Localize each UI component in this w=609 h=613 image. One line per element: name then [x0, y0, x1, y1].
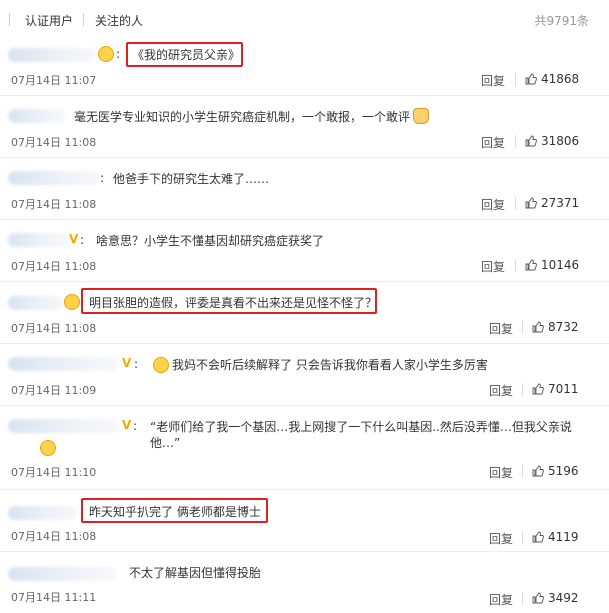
- like-icon[interactable]: [525, 135, 537, 147]
- list-item: 不太了解基因但懂得投胎 07月14日 11:11 回复 3492: [0, 552, 609, 613]
- filter-tabs: 认证用户 关注的人 共9791条: [0, 0, 609, 34]
- emoji-icon: [64, 294, 80, 310]
- comment-total-count: 共9791条: [534, 14, 589, 28]
- like-icon[interactable]: [525, 73, 537, 85]
- comment-text: 毫无医学专业知识的小学生研究癌症机制，一个敢报，一个敢评: [74, 110, 411, 124]
- comment-text: “老师们给了我一个基因…我上网搜了一下什么叫基因..然后没弄懂…但我父亲说他…”: [150, 420, 572, 450]
- like-icon[interactable]: [525, 259, 537, 271]
- comment-time: 07月14日 11:08: [11, 136, 97, 149]
- verified-badge-icon: V: [122, 356, 132, 370]
- like-count: 27371: [541, 196, 580, 210]
- list-item: V : “老师们给了我一个基因…我上网搜了一下什么叫基因..然后没弄懂…但我父亲…: [0, 406, 609, 490]
- comment-text: 他爸手下的研究生太难了……: [113, 172, 270, 186]
- reply-button[interactable]: 回复: [489, 591, 513, 608]
- divider: [522, 531, 523, 544]
- comment-time: 07月14日 11:11: [11, 591, 97, 604]
- like-icon[interactable]: [532, 465, 544, 477]
- like-count: 5196: [548, 464, 579, 478]
- comment-time: 07月14日 11:10: [11, 466, 97, 479]
- emoji-icon: [98, 46, 114, 62]
- blurred-username: [8, 171, 100, 185]
- reply-button[interactable]: 回复: [481, 134, 505, 151]
- tab-verified-users[interactable]: 认证用户: [25, 12, 73, 29]
- reply-button[interactable]: 回复: [489, 530, 513, 547]
- divider: [515, 197, 516, 210]
- blurred-username: [8, 506, 78, 520]
- divider: [522, 465, 523, 478]
- comment-time: 07月14日 11:07: [11, 74, 97, 87]
- list-item: : 《我的研究员父亲》 07月14日 11:07 回复 41868: [0, 34, 609, 96]
- like-icon[interactable]: [532, 321, 544, 333]
- blurred-username: [8, 233, 68, 247]
- reply-button[interactable]: 回复: [481, 72, 505, 89]
- comment-time: 07月14日 11:08: [11, 260, 97, 273]
- tab-divider: [83, 13, 84, 26]
- divider: [515, 73, 516, 86]
- divider: [515, 259, 516, 272]
- like-count: 7011: [548, 382, 579, 396]
- highlight-box: [81, 288, 377, 314]
- like-count: 10146: [541, 258, 580, 272]
- emoji-icon: [153, 357, 169, 373]
- like-icon[interactable]: [525, 197, 537, 209]
- thumbs-up-emoji-icon: [413, 108, 429, 124]
- list-item: V : 我妈不会听后续解释了 只会告诉我你看看人家小学生多厉害 07月14日 1…: [0, 344, 609, 406]
- blurred-username: [8, 48, 96, 62]
- reply-button[interactable]: 回复: [489, 382, 513, 399]
- like-count: 3492: [548, 591, 579, 605]
- comment-time: 07月14日 11:09: [11, 384, 97, 397]
- tab-divider: [9, 13, 10, 26]
- like-count: 4119: [548, 530, 579, 544]
- comment-text: 啥意思？小学生不懂基因却研究癌症获奖了: [96, 234, 325, 248]
- blurred-username: [8, 296, 66, 310]
- reply-button[interactable]: 回复: [489, 320, 513, 337]
- highlight-box: [81, 498, 268, 523]
- list-item: 毫无医学专业知识的小学生研究癌症机制，一个敢报，一个敢评 07月14日 11:0…: [0, 96, 609, 158]
- comment-time: 07月14日 11:08: [11, 322, 97, 335]
- blurred-username: [8, 567, 116, 581]
- blurred-username: [8, 109, 66, 123]
- list-item: : 他爸手下的研究生太难了…… 07月14日 11:08 回复 27371: [0, 158, 609, 220]
- highlight-box: [126, 42, 243, 67]
- reply-button[interactable]: 回复: [481, 196, 505, 213]
- reply-button[interactable]: 回复: [481, 258, 505, 275]
- comment-text: 不太了解基因但懂得投胎: [129, 566, 262, 580]
- comment-time: 07月14日 11:08: [11, 530, 97, 543]
- verified-badge-icon: V: [69, 232, 79, 246]
- emoji-icon: [40, 440, 56, 456]
- blurred-username: [8, 419, 118, 433]
- like-count: 8732: [548, 320, 579, 334]
- reply-button[interactable]: 回复: [489, 464, 513, 481]
- comment-time: 07月14日 11:08: [11, 198, 97, 211]
- list-item: 昨天知乎扒完了 俩老师都是博士 07月14日 11:08 回复 4119: [0, 490, 609, 552]
- list-item: V : 啥意思？小学生不懂基因却研究癌症获奖了 07月14日 11:08 回复 …: [0, 220, 609, 282]
- like-count: 31806: [541, 134, 580, 148]
- verified-badge-icon: V: [122, 418, 132, 432]
- like-icon[interactable]: [532, 592, 544, 604]
- divider: [515, 135, 516, 148]
- list-item: 明目张胆的造假，评委是真看不出来还是见怪不怪了？ 07月14日 11:08 回复…: [0, 282, 609, 344]
- comment-text: 我妈不会听后续解释了 只会告诉我你看看人家小学生多厉害: [172, 358, 488, 372]
- like-count: 41868: [541, 72, 580, 86]
- blurred-username: [8, 357, 118, 371]
- divider: [522, 383, 523, 396]
- like-icon[interactable]: [532, 531, 544, 543]
- tab-followed-people[interactable]: 关注的人: [95, 12, 143, 29]
- divider: [522, 592, 523, 605]
- divider: [522, 321, 523, 334]
- like-icon[interactable]: [532, 383, 544, 395]
